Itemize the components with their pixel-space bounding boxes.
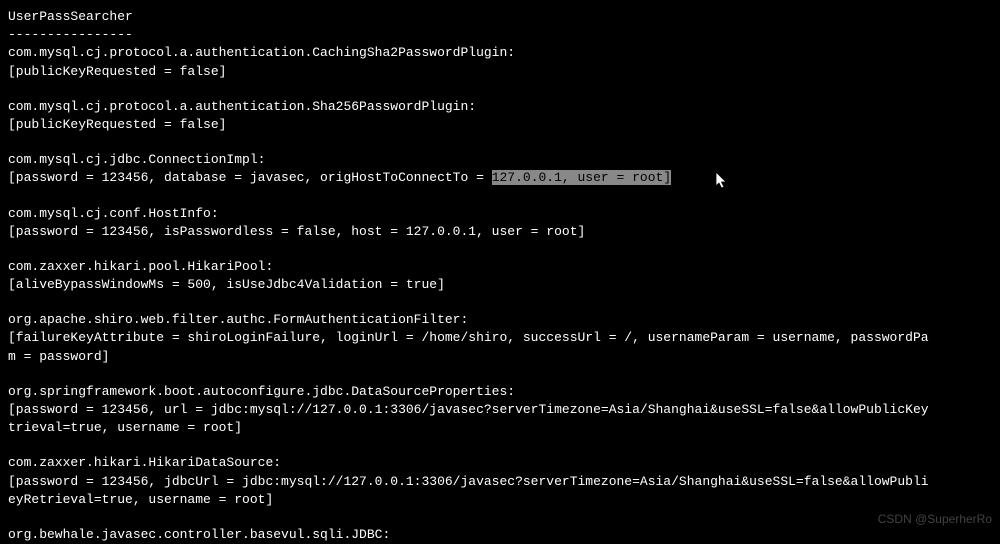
properties-cont: m = password] bbox=[8, 348, 992, 366]
entry-block: org.springframework.boot.autoconfigure.j… bbox=[8, 383, 992, 438]
properties: [failureKeyAttribute = shiroLoginFailure… bbox=[8, 329, 992, 347]
properties: [publicKeyRequested = false] bbox=[8, 116, 992, 134]
entry-block: org.apache.shiro.web.filter.authc.FormAu… bbox=[8, 311, 992, 366]
properties: [password = 123456, url = jdbc:mysql://1… bbox=[8, 401, 992, 419]
selected-text[interactable]: 127.0.0.1, user = root] bbox=[492, 170, 671, 185]
class-name: org.bewhale.javasec.controller.basevul.s… bbox=[8, 526, 992, 544]
class-name: com.mysql.cj.jdbc.ConnectionImpl: bbox=[8, 151, 992, 169]
class-name: com.mysql.cj.protocol.a.authentication.S… bbox=[8, 98, 992, 116]
entry-block: com.zaxxer.hikari.HikariDataSource: [pas… bbox=[8, 454, 992, 509]
entry-block: org.bewhale.javasec.controller.basevul.s… bbox=[8, 526, 992, 544]
properties: [password = 123456, isPasswordless = fal… bbox=[8, 223, 992, 241]
class-name: com.mysql.cj.protocol.a.authentication.C… bbox=[8, 44, 992, 62]
class-name: com.zaxxer.hikari.HikariDataSource: bbox=[8, 454, 992, 472]
class-name: org.apache.shiro.web.filter.authc.FormAu… bbox=[8, 311, 992, 329]
entry-block: com.zaxxer.hikari.pool.HikariPool: [aliv… bbox=[8, 258, 992, 294]
entry-block: com.mysql.cj.jdbc.ConnectionImpl: [passw… bbox=[8, 151, 992, 187]
divider: ---------------- bbox=[8, 26, 992, 44]
properties: [password = 123456, jdbcUrl = jdbc:mysql… bbox=[8, 473, 992, 491]
entry-block: com.mysql.cj.protocol.a.authentication.S… bbox=[8, 98, 992, 134]
class-name: com.mysql.cj.conf.HostInfo: bbox=[8, 205, 992, 223]
entry-block: com.mysql.cj.protocol.a.authentication.C… bbox=[8, 44, 992, 80]
properties-cont: eyRetrieval=true, username = root] bbox=[8, 491, 992, 509]
properties[interactable]: [password = 123456, database = javasec, … bbox=[8, 169, 992, 187]
tool-title: UserPassSearcher bbox=[8, 8, 992, 26]
properties-cont: trieval=true, username = root] bbox=[8, 419, 992, 437]
class-name: org.springframework.boot.autoconfigure.j… bbox=[8, 383, 992, 401]
properties: [publicKeyRequested = false] bbox=[8, 63, 992, 81]
entry-block: com.mysql.cj.conf.HostInfo: [password = … bbox=[8, 205, 992, 241]
watermark: CSDN @SuperherRo bbox=[878, 511, 992, 528]
class-name: com.zaxxer.hikari.pool.HikariPool: bbox=[8, 258, 992, 276]
props-prefix: [password = 123456, database = javasec, … bbox=[8, 170, 492, 185]
properties: [aliveBypassWindowMs = 500, isUseJdbc4Va… bbox=[8, 276, 992, 294]
